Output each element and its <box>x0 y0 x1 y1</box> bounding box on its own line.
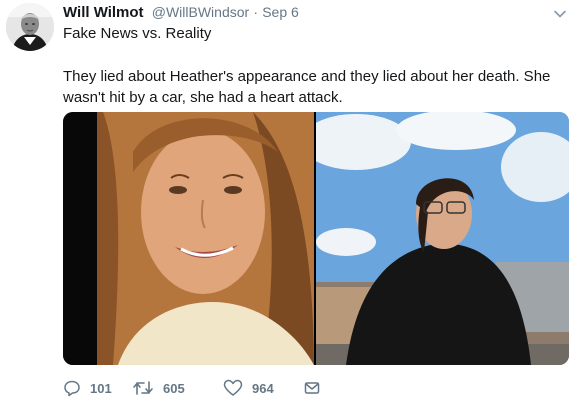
tweet-text: They lied about Heather's appearance and… <box>63 68 551 106</box>
media-photo-left[interactable] <box>63 112 314 365</box>
tweet-header: Will Wilmot @WillBWindsor · Sep 6 <box>63 4 299 21</box>
outdoor-photo <box>316 112 569 365</box>
chevron-down-icon[interactable] <box>552 6 568 22</box>
media-photo-right[interactable] <box>316 112 569 365</box>
tweet-media[interactable] <box>63 112 569 365</box>
avatar-image <box>6 3 54 51</box>
retweet-button[interactable]: 605 <box>132 377 185 399</box>
envelope-icon <box>304 382 320 394</box>
avatar[interactable] <box>6 3 54 51</box>
like-count: 964 <box>252 380 274 396</box>
direct-message-button[interactable] <box>304 377 329 399</box>
retweet-icon <box>133 381 153 395</box>
author-name[interactable]: Will Wilmot <box>63 4 144 21</box>
reply-button[interactable]: 101 <box>63 377 112 399</box>
tweet-time[interactable]: Sep 6 <box>262 4 299 20</box>
author-handle[interactable]: @WillBWindsor <box>152 4 249 20</box>
reply-icon <box>64 380 80 397</box>
retweet-count: 605 <box>163 380 185 396</box>
tweet-actions: 101 605 964 <box>63 377 583 399</box>
heart-icon <box>223 379 243 396</box>
like-button[interactable]: 964 <box>223 377 274 399</box>
tweet[interactable]: Will Wilmot @WillBWindsor · Sep 6 Fake N… <box>0 0 587 402</box>
portrait-photo <box>63 112 314 365</box>
reply-count: 101 <box>90 380 112 396</box>
separator-dot: · <box>253 4 259 20</box>
tweet-subtitle: Fake News vs. Reality <box>63 25 212 42</box>
